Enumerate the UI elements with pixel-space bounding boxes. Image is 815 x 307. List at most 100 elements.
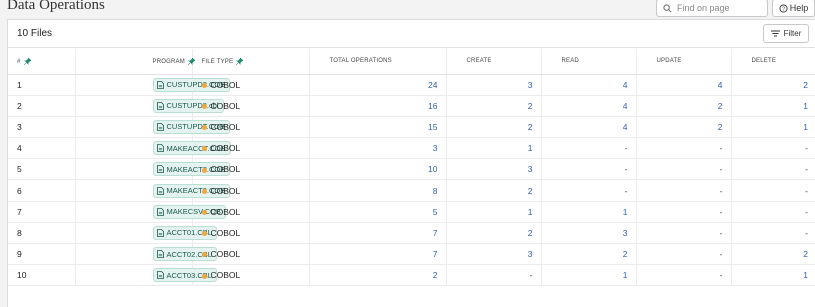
file-type: COBOL [210, 100, 241, 111]
read-value[interactable]: 3 [541, 222, 637, 245]
column-header-update[interactable]: UPDATE [636, 49, 732, 75]
file-type: COBOL [210, 79, 241, 90]
delete-value[interactable]: 2 [731, 243, 815, 266]
cobol-dot-icon [201, 273, 207, 279]
row-index: 8 [8, 222, 76, 245]
create-value[interactable]: 2 [446, 179, 542, 202]
file-icon [156, 207, 164, 216]
total-operations-value[interactable]: 7 [309, 243, 447, 266]
file-type: COBOL [210, 249, 241, 260]
column-header-delete[interactable]: DELETE [731, 49, 815, 75]
create-value: - [446, 264, 542, 287]
total-operations-value[interactable]: 15 [309, 116, 447, 139]
file-icon [156, 165, 164, 174]
read-value: - [541, 179, 637, 202]
table-row[interactable]: 9 ACCT02.CBL COBOL 7 3 2-2 [8, 243, 815, 266]
column-header-program[interactable]: PROGRAM [75, 49, 195, 75]
read-value[interactable]: 4 [541, 74, 637, 96]
update-value[interactable]: 4 [636, 74, 732, 96]
program-cell: MAKEACT2.COB [75, 158, 231, 181]
column-header-read[interactable]: READ [541, 49, 637, 75]
create-value[interactable]: 2 [446, 95, 542, 117]
search-input[interactable]: Find on page [656, 0, 768, 17]
create-value[interactable]: 2 [446, 116, 542, 139]
update-value[interactable]: 2 [636, 95, 732, 117]
create-value[interactable]: 3 [446, 158, 542, 181]
total-operations-value[interactable]: 2 [309, 264, 447, 287]
program-cell: MAKECSV.COB [75, 201, 226, 223]
program-cell: MAKEACT3.COB [75, 179, 231, 202]
file-icon [156, 144, 164, 153]
files-card: 10 Files Filter # PROGRAM FILE TYPE TOTA… [7, 19, 815, 307]
update-value: - [636, 201, 732, 223]
help-button[interactable]: ? Help [772, 0, 815, 17]
column-header-create[interactable]: CREATE [446, 49, 542, 75]
create-value[interactable]: 1 [446, 137, 542, 160]
create-value[interactable]: 3 [446, 243, 542, 266]
total-operations-value[interactable]: 5 [309, 201, 447, 223]
svg-text:?: ? [782, 6, 785, 12]
table-row[interactable]: 4 MAKEACCT.COB COBOL 3 1- - - [8, 137, 815, 160]
column-header-file-type[interactable]: FILE TYPE [192, 49, 310, 75]
column-header-total-operations[interactable]: TOTAL OPERATIONS [309, 49, 447, 75]
create-value[interactable]: 2 [446, 222, 542, 245]
pin-icon[interactable] [187, 57, 195, 65]
read-value: - [541, 158, 637, 181]
read-value[interactable]: 4 [541, 116, 637, 139]
help-label: Help [789, 3, 809, 13]
read-value[interactable]: 1 [541, 264, 637, 287]
table-row[interactable]: 8 ACCT01.CBL COBOL 7 2 3- - [8, 222, 815, 245]
table-row[interactable]: 1 CUSTUPD2.COB COBOL 24 3 4 4 2 [8, 74, 815, 96]
filter-button[interactable]: Filter [763, 24, 809, 43]
row-index: 4 [8, 137, 76, 160]
row-index: 2 [8, 95, 76, 117]
update-value[interactable]: 2 [636, 116, 732, 139]
delete-value[interactable]: 2 [731, 74, 815, 96]
cobol-dot-icon [201, 188, 207, 194]
delete-value: - [731, 201, 815, 223]
column-header-index[interactable]: # [8, 49, 76, 75]
read-value[interactable]: 1 [541, 201, 637, 223]
table-row[interactable]: 5 MAKEACT2.COB COBOL 10 3- - - [8, 158, 815, 181]
total-operations-value[interactable]: 3 [309, 137, 447, 160]
pin-icon[interactable] [23, 57, 31, 65]
file-icon [156, 250, 164, 258]
create-value[interactable]: 1 [446, 201, 542, 223]
update-value: - [636, 243, 732, 266]
file-icon [156, 271, 164, 280]
total-operations-value[interactable]: 8 [309, 179, 447, 202]
read-value[interactable]: 2 [541, 243, 637, 266]
table-row[interactable]: 10 ACCT03.CBL COBOL 2-1-1 [8, 264, 815, 287]
total-operations-value[interactable]: 16 [309, 95, 447, 117]
total-operations-value[interactable]: 10 [309, 158, 447, 181]
table-row[interactable]: 3 CUSTUPDT.COB COBOL 15 2 4 2 1 [8, 116, 815, 139]
top-bar: Data Operations Find on page ? Help [0, 0, 815, 18]
update-value: - [636, 158, 732, 181]
table-row[interactable]: 2 CUSTUPD3.cbl COBOL 16 2 4 2 1 [8, 95, 815, 117]
file-type: COBOL [210, 164, 241, 175]
search-icon [663, 3, 672, 12]
operations-table: # PROGRAM FILE TYPE TOTAL OPERATIONS CRE… [8, 49, 815, 287]
file-type: COBOL [210, 185, 241, 196]
program-cell: MAKEACCT.COB [75, 137, 231, 160]
files-count: 10 Files [17, 28, 53, 39]
pin-icon[interactable] [236, 57, 244, 65]
table-row[interactable]: 7 MAKECSV.COB COBOL 5 1 1- - [8, 201, 815, 223]
create-value[interactable]: 3 [446, 74, 542, 96]
update-value: - [636, 179, 732, 202]
delete-value[interactable]: 1 [731, 116, 815, 139]
total-operations-value[interactable]: 7 [309, 222, 447, 245]
program-cell: CUSTUPDT.COB [75, 116, 230, 139]
read-value[interactable]: 4 [541, 95, 637, 117]
file-icon [156, 229, 164, 237]
cobol-dot-icon [201, 167, 207, 173]
file-icon [156, 123, 164, 131]
delete-value[interactable]: 1 [731, 264, 815, 287]
total-operations-value[interactable]: 24 [309, 74, 447, 96]
card-header: 10 Files Filter [8, 20, 815, 48]
cobol-dot-icon [201, 231, 207, 237]
row-index: 1 [8, 74, 76, 96]
table-row[interactable]: 6 MAKEACT3.COB COBOL 8 2- - - [8, 179, 815, 202]
file-icon [156, 186, 164, 195]
delete-value[interactable]: 1 [731, 95, 815, 117]
